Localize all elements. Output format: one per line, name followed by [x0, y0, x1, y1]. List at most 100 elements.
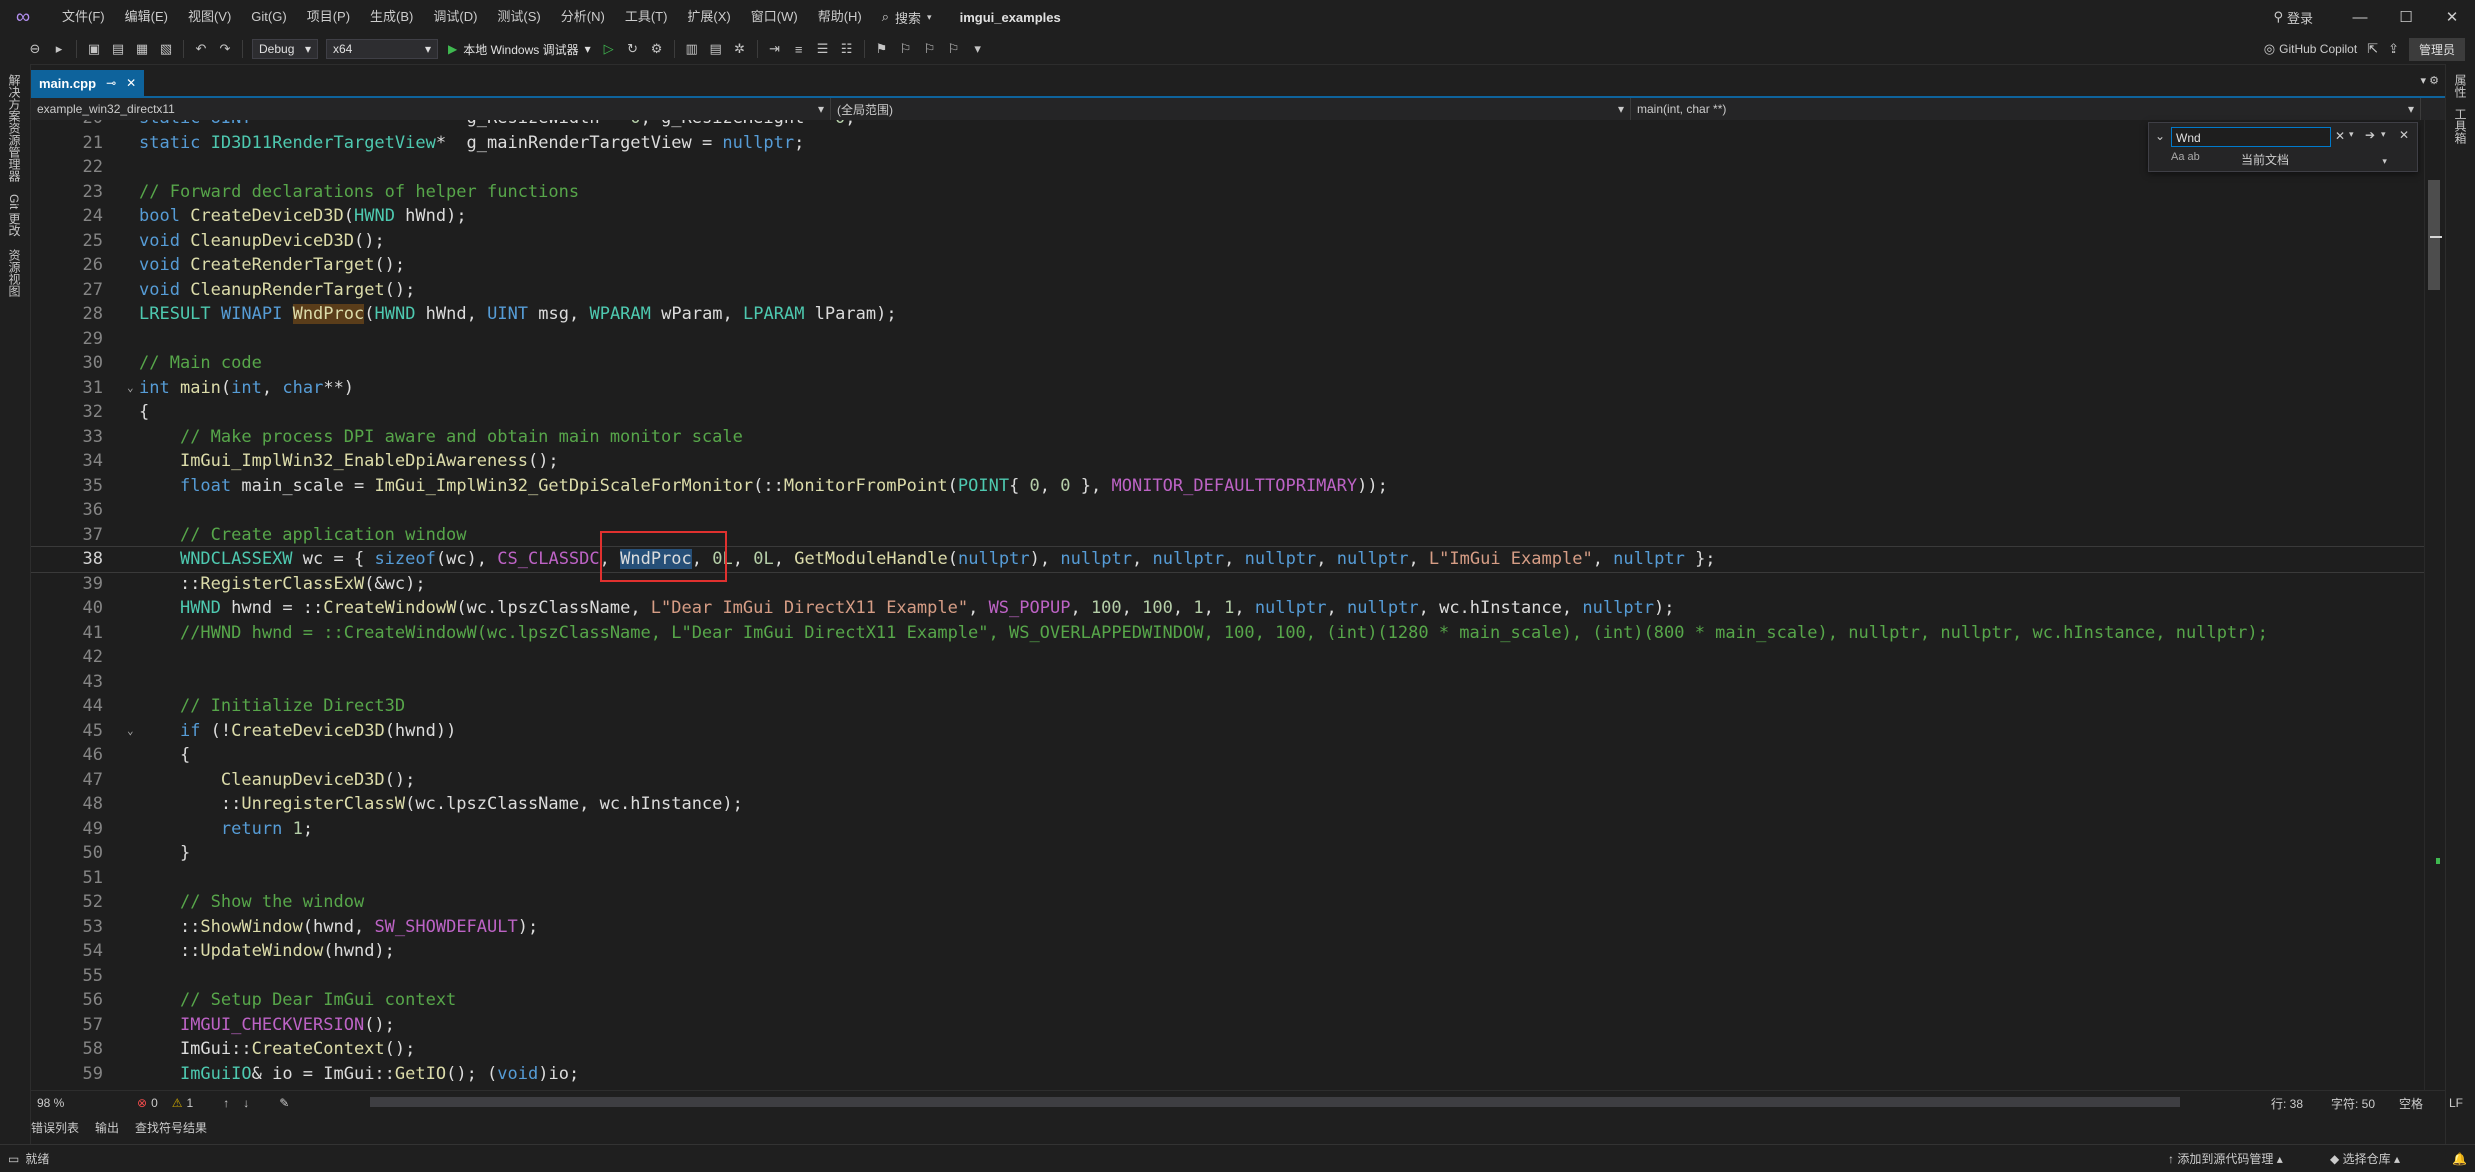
code-line[interactable]: 42: [31, 645, 2426, 670]
platform-select[interactable]: x64 ▾: [326, 39, 438, 59]
fold-chevron-icon[interactable]: ⌄: [127, 719, 134, 744]
hot-reload-icon[interactable]: ↻: [622, 38, 644, 60]
code-line[interactable]: 52 // Show the window: [31, 890, 2426, 915]
code-line[interactable]: 29: [31, 327, 2426, 352]
down-arrow-icon[interactable]: ↓: [243, 1096, 249, 1110]
start-without-debugging-icon[interactable]: ▷: [598, 38, 620, 60]
code-line[interactable]: 25 void CleanupDeviceD3D();: [31, 229, 2426, 254]
menu-item[interactable]: 生成(B): [360, 0, 423, 34]
code-line[interactable]: 22: [31, 155, 2426, 180]
menu-item[interactable]: 调试(D): [423, 0, 487, 34]
column-number[interactable]: 字符: 50: [2331, 1095, 2375, 1112]
code-line[interactable]: 27 void CleanupRenderTarget();: [31, 278, 2426, 303]
code-line[interactable]: 26 void CreateRenderTarget();: [31, 253, 2426, 278]
brush-icon[interactable]: ✎: [279, 1096, 289, 1110]
code-line[interactable]: 35 float main_scale = ImGui_ImplWin32_Ge…: [31, 474, 2426, 499]
code-line[interactable]: 37 // Create application window: [31, 523, 2426, 548]
code-line[interactable]: 33 // Make process DPI aware and obtain …: [31, 425, 2426, 450]
code-line[interactable]: 57 IMGUI_CHECKVERSION();: [31, 1013, 2426, 1038]
fold-chevron-icon[interactable]: ⌄: [127, 376, 134, 401]
code-line[interactable]: 36: [31, 498, 2426, 523]
tab-find-symbol-results[interactable]: 查找符号结果: [135, 1119, 207, 1136]
login-link[interactable]: 登录: [2287, 8, 2313, 27]
solution-explorer-tab[interactable]: 解决方案资源管理器: [6, 74, 23, 182]
code-line[interactable]: 21 static ID3D11RenderTargetView* g_mainR…: [31, 131, 2426, 156]
horizontal-scrollbar[interactable]: [370, 1097, 2180, 1107]
code-line[interactable]: 47 CleanupDeviceD3D();: [31, 768, 2426, 793]
line-ending[interactable]: LF: [2449, 1096, 2463, 1110]
project-select[interactable]: example_win32_directx11 ▾: [31, 98, 831, 120]
code-line[interactable]: 44 // Initialize Direct3D: [31, 694, 2426, 719]
code-line[interactable]: 31 ⌄ int main(int, char**): [31, 376, 2426, 401]
close-window-button[interactable]: ✕: [2429, 0, 2475, 34]
toggle-replace-icon[interactable]: ⌄: [2155, 129, 2165, 143]
start-debugging-button[interactable]: ▶ 本地 Windows 调试器 ▾: [442, 41, 597, 58]
code-line[interactable]: 20 static UINT g_ResizeWidth = 0, g_Resiz…: [31, 120, 2426, 131]
pin-icon[interactable]: ⊸: [106, 76, 116, 90]
solution-explorer-icon[interactable]: ▥: [681, 38, 703, 60]
menu-item[interactable]: 扩展(X): [677, 0, 740, 34]
code-line[interactable]: 28 LRESULT WINAPI WndProc(HWND hWnd, UINT…: [31, 302, 2426, 327]
navigate-back-icon[interactable]: ⊖: [24, 38, 46, 60]
menu-item[interactable]: 编辑(E): [115, 0, 178, 34]
close-icon[interactable]: ✕: [126, 76, 136, 90]
code-line[interactable]: 59 ImGuiIO& io = ImGui::GetIO(); (void)i…: [31, 1062, 2426, 1087]
find-options-icon[interactable]: ▾: [2349, 129, 2354, 140]
tab-output[interactable]: 输出: [95, 1119, 119, 1136]
share-icon[interactable]: ⇪: [2388, 41, 2399, 57]
close-find-icon[interactable]: ✕: [2399, 128, 2409, 142]
next-bookmark-icon[interactable]: ⚐: [919, 38, 941, 60]
code-line[interactable]: 54 ::UpdateWindow(hwnd);: [31, 939, 2426, 964]
indent-icon[interactable]: ⇥: [764, 38, 786, 60]
toolbar-overflow-icon[interactable]: ▾: [967, 38, 989, 60]
code-line[interactable]: 49 return 1;: [31, 817, 2426, 842]
code-line[interactable]: 32 {: [31, 400, 2426, 425]
configuration-select[interactable]: Debug ▾: [252, 39, 318, 59]
code-line[interactable]: 55: [31, 964, 2426, 989]
code-line[interactable]: 43: [31, 670, 2426, 695]
maximize-button[interactable]: ☐: [2383, 0, 2429, 34]
code-line[interactable]: 40 HWND hwnd = ::CreateWindowW(wc.lpszCl…: [31, 596, 2426, 621]
menu-item[interactable]: 工具(T): [615, 0, 678, 34]
code-line[interactable]: 53 ::ShowWindow(hwnd, SW_SHOWDEFAULT);: [31, 915, 2426, 940]
code-line[interactable]: 56 // Setup Dear ImGui context: [31, 988, 2426, 1013]
code-editor[interactable]: 20 static UINT g_ResizeWidth = 0, g_Resiz…: [31, 120, 2426, 1090]
zoom-level[interactable]: 98 %: [37, 1096, 107, 1110]
code-line[interactable]: 30 // Main code: [31, 351, 2426, 376]
code-line[interactable]: 39 ::RegisterClassExW(&wc);: [31, 572, 2426, 597]
code-line[interactable]: 24 bool CreateDeviceD3D(HWND hWnd);: [31, 204, 2426, 229]
notification-icon[interactable]: 🔔: [2452, 1152, 2467, 1166]
minimize-button[interactable]: —: [2337, 0, 2383, 34]
tab-overflow-icon[interactable]: ▾ ⚙: [2421, 74, 2439, 87]
code-line[interactable]: 41 //HWND hwnd = ::CreateWindowW(wc.lpsz…: [31, 621, 2426, 646]
find-next-icon[interactable]: ➔: [2365, 128, 2375, 142]
menu-item[interactable]: 文件(F): [52, 0, 115, 34]
prev-bookmark-icon[interactable]: ⚐: [895, 38, 917, 60]
menu-item[interactable]: 视图(V): [178, 0, 241, 34]
comment-icon[interactable]: ☰: [812, 38, 834, 60]
menu-item[interactable]: 项目(P): [297, 0, 360, 34]
properties-tab[interactable]: 属性: [2452, 74, 2469, 98]
git-changes-tab[interactable]: Git 更改: [6, 194, 23, 237]
error-count[interactable]: 0: [151, 1096, 158, 1110]
code-line[interactable]: 50 }: [31, 841, 2426, 866]
code-line[interactable]: 23 // Forward declarations of helper func…: [31, 180, 2426, 205]
find-scope-select[interactable]: 当前文档 ▾: [2241, 151, 2387, 168]
debug-targets-icon[interactable]: ⚙: [646, 38, 668, 60]
code-line[interactable]: 58 ImGui::CreateContext();: [31, 1037, 2426, 1062]
code-line[interactable]: 45 ⌄ if (!CreateDeviceD3D(hwnd)): [31, 719, 2426, 744]
toolbox-tab[interactable]: 工具箱: [2452, 108, 2469, 144]
select-repo-button[interactable]: ◆ 选择仓库 ▴: [2330, 1150, 2400, 1167]
copilot-button[interactable]: GitHub Copilot: [2279, 42, 2357, 56]
bookmark-icon[interactable]: ⚑: [871, 38, 893, 60]
find-next-options-icon[interactable]: ▾: [2381, 129, 2386, 140]
menu-item[interactable]: 分析(N): [551, 0, 615, 34]
resource-view-tab[interactable]: 资源视图: [6, 249, 23, 297]
save-icon[interactable]: ▦: [131, 38, 153, 60]
layout-icon[interactable]: ▤: [705, 38, 727, 60]
scope-select[interactable]: (全局范围) ▾: [831, 98, 1631, 120]
code-line[interactable]: 48 ::UnregisterClassW(wc.lpszClassName, …: [31, 792, 2426, 817]
up-arrow-icon[interactable]: ↑: [223, 1096, 229, 1110]
new-project-icon[interactable]: ▣: [83, 38, 105, 60]
save-all-icon[interactable]: ▧: [155, 38, 177, 60]
